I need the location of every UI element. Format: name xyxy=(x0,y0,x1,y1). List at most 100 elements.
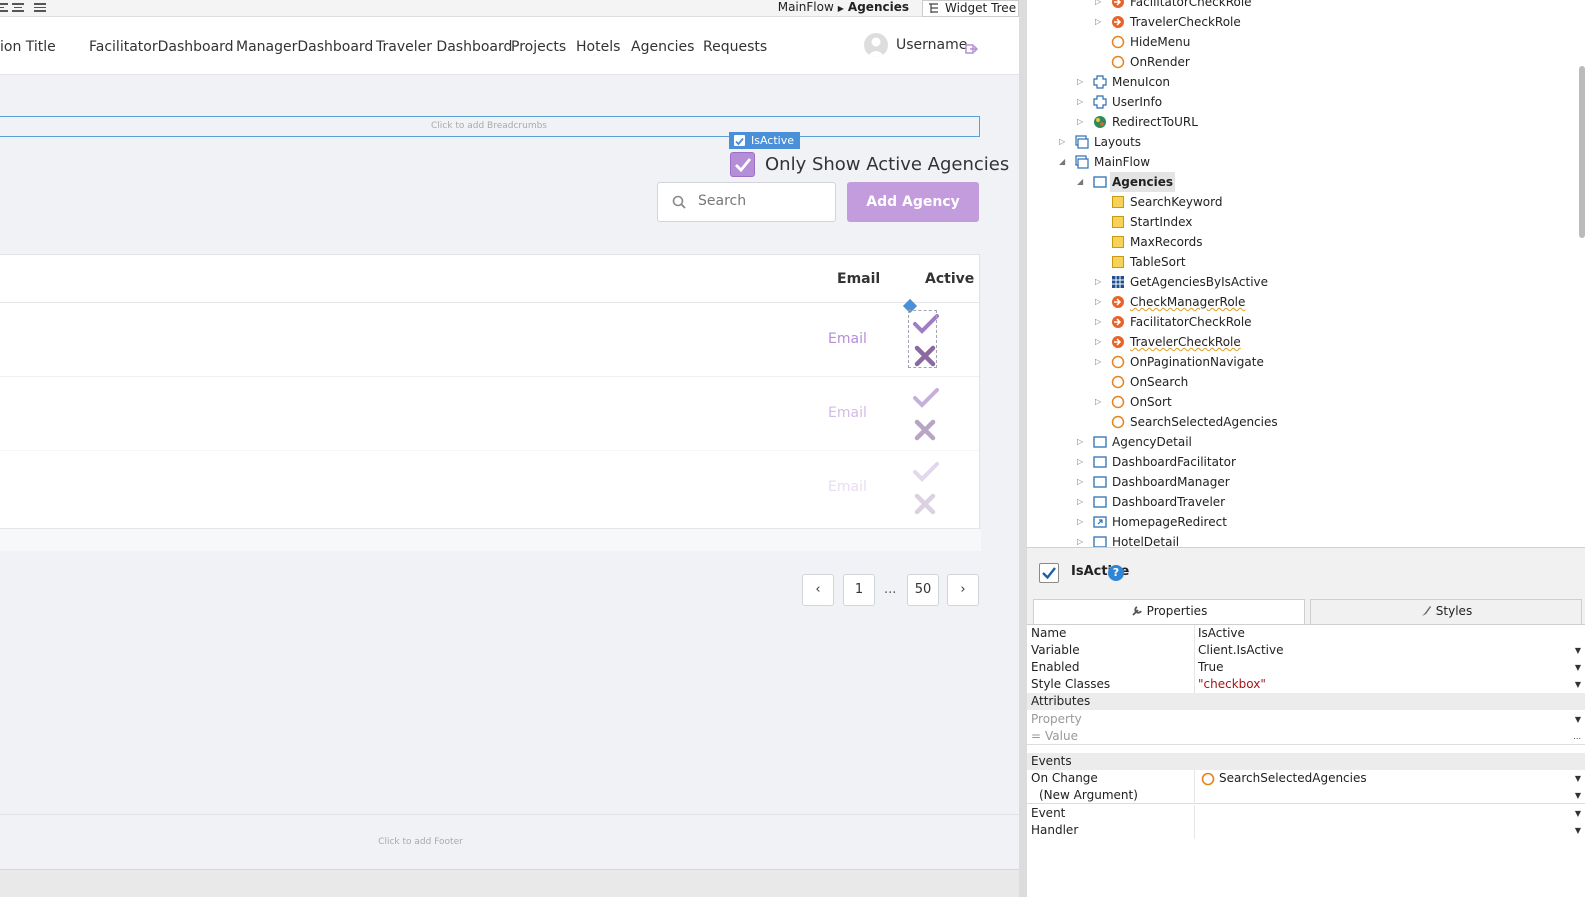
column-header-email[interactable]: Email xyxy=(837,271,880,287)
email-link[interactable]: Email xyxy=(828,479,867,495)
dropdown-arrow-icon[interactable]: ▼ xyxy=(1575,711,1581,728)
expand-arrow-icon[interactable]: ▷ xyxy=(1059,132,1065,152)
tab-properties[interactable]: Properties xyxy=(1033,599,1305,624)
footer-placeholder[interactable]: Click to add Footer xyxy=(0,814,1019,869)
expand-arrow-icon[interactable]: ▷ xyxy=(1095,392,1101,412)
expand-arrow-icon[interactable]: ▷ xyxy=(1077,472,1083,492)
nav-requests[interactable]: Requests xyxy=(703,39,767,55)
expand-arrow-icon[interactable]: ▷ xyxy=(1077,452,1083,472)
event-icon xyxy=(1111,35,1125,49)
breadcrumbs-placeholder[interactable]: Click to add Breadcrumbs xyxy=(0,116,980,137)
align-justify-icon[interactable] xyxy=(34,3,46,13)
tree-node-label: FacilitatorCheckRole xyxy=(1130,315,1252,329)
nav-projects[interactable]: Projects xyxy=(511,39,566,55)
search-box[interactable] xyxy=(657,182,836,222)
help-icon[interactable]: ? xyxy=(1108,565,1124,581)
prop-row-variable[interactable]: Variable Client.IsActive ▼ xyxy=(1027,642,1585,659)
screen-canvas[interactable]: MainFlow ▶ Agencies Widget Tree ion Title … xyxy=(0,0,1019,897)
table-row[interactable]: Email xyxy=(0,376,981,451)
collapse-arrow-icon[interactable]: ◢ xyxy=(1059,152,1065,172)
email-link[interactable]: Email xyxy=(828,331,867,347)
crumb-flow[interactable]: MainFlow xyxy=(778,0,834,14)
nav-hotels[interactable]: Hotels xyxy=(576,39,620,55)
prop-row-on-change[interactable]: On Change SearchSelectedAgencies ▼ xyxy=(1027,770,1585,787)
prop-value[interactable]: "checkbox" xyxy=(1198,676,1266,693)
expand-arrow-icon[interactable]: ▷ xyxy=(1077,92,1083,112)
only-active-label[interactable]: Only Show Active Agencies xyxy=(765,154,1009,175)
attribute-value-input[interactable]: = Value ... xyxy=(1027,728,1585,745)
prop-value[interactable]: IsActive xyxy=(1198,625,1245,642)
prop-row-name[interactable]: Name IsActive xyxy=(1027,625,1585,642)
nav-manager-dashboard[interactable]: ManagerDashboard xyxy=(236,39,373,55)
tree-node-label: OnSearch xyxy=(1130,375,1189,389)
check-icon xyxy=(913,388,939,408)
expand-arrow-icon[interactable]: ▷ xyxy=(1077,72,1083,92)
prop-row-style-classes[interactable]: Style Classes "checkbox" ▼ xyxy=(1027,676,1585,693)
expand-arrow-icon[interactable]: ▷ xyxy=(1077,432,1083,452)
tree-scrollbar[interactable] xyxy=(1579,66,1585,238)
prop-key: Enabled xyxy=(1031,660,1080,674)
align-left-icon[interactable] xyxy=(0,3,8,13)
search-icon xyxy=(672,195,686,209)
expand-arrow-icon[interactable]: ▷ xyxy=(1095,0,1101,12)
pagination-page-last[interactable]: 50 xyxy=(907,574,939,606)
globe-icon xyxy=(1093,115,1107,129)
table-row[interactable]: Email xyxy=(0,450,981,525)
dropdown-arrow-icon[interactable]: ▼ xyxy=(1575,642,1581,659)
collapse-arrow-icon[interactable]: ◢ xyxy=(1077,172,1083,192)
dropdown-arrow-icon[interactable]: ▼ xyxy=(1575,676,1581,693)
crumb-screen[interactable]: Agencies xyxy=(848,0,909,14)
pagination-next-button[interactable]: › xyxy=(947,574,979,606)
expand-arrow-icon[interactable]: ▷ xyxy=(1095,12,1101,32)
nav-traveler-dashboard[interactable]: Traveler Dashboard xyxy=(376,39,512,55)
widget-tree-button[interactable]: Widget Tree xyxy=(922,0,1019,17)
prop-row-event[interactable]: Event ▼ xyxy=(1027,805,1585,822)
only-active-checkbox[interactable] xyxy=(730,152,755,177)
align-center-icon[interactable] xyxy=(12,3,24,13)
prop-row-new-argument[interactable]: (New Argument) ▼ xyxy=(1027,787,1585,804)
email-link[interactable]: Email xyxy=(828,405,867,421)
column-header-active[interactable]: Active xyxy=(925,271,974,287)
tab-styles[interactable]: Styles xyxy=(1310,599,1582,624)
avatar[interactable] xyxy=(864,33,888,57)
username[interactable]: Username xyxy=(896,37,967,53)
expand-arrow-icon[interactable]: ▷ xyxy=(1077,492,1083,512)
horizontal-scrollbar[interactable] xyxy=(0,869,1019,897)
prop-row-handler[interactable]: Handler ▼ xyxy=(1027,822,1585,839)
nav-agencies[interactable]: Agencies xyxy=(631,39,694,55)
expand-arrow-icon[interactable]: ▷ xyxy=(1095,312,1101,332)
expand-arrow-icon[interactable]: ▷ xyxy=(1095,292,1101,312)
prop-value[interactable]: Client.IsActive xyxy=(1198,642,1283,659)
variable-icon xyxy=(1111,195,1125,209)
expand-arrow-icon[interactable]: ▷ xyxy=(1095,332,1101,352)
selected-widget-tag[interactable]: IsActive xyxy=(729,132,801,149)
prop-value[interactable]: SearchSelectedAgencies xyxy=(1219,770,1367,787)
expand-arrow-icon[interactable]: ▷ xyxy=(1077,112,1083,132)
expand-arrow-icon[interactable]: ▷ xyxy=(1077,512,1083,532)
prop-value[interactable]: True xyxy=(1198,659,1224,676)
more-button[interactable]: ... xyxy=(1573,728,1581,745)
nav-facilitator-dashboard[interactable]: FacilitatorDashboard xyxy=(89,39,234,55)
dropdown-arrow-icon[interactable]: ▼ xyxy=(1575,770,1581,787)
dropdown-arrow-icon[interactable]: ▼ xyxy=(1575,822,1581,839)
expand-arrow-icon[interactable]: ▷ xyxy=(1095,352,1101,372)
prop-row-enabled[interactable]: Enabled True ▼ xyxy=(1027,659,1585,676)
dropdown-arrow-icon[interactable]: ▼ xyxy=(1575,659,1581,676)
panel-splitter[interactable] xyxy=(1019,0,1027,897)
logout-icon[interactable] xyxy=(965,43,978,55)
search-input[interactable] xyxy=(698,193,828,209)
expand-arrow-icon[interactable]: ▷ xyxy=(1077,532,1083,547)
dropdown-arrow-icon[interactable]: ▼ xyxy=(1575,787,1581,804)
cross-icon xyxy=(914,419,936,441)
dropdown-arrow-icon[interactable]: ▼ xyxy=(1575,805,1581,822)
table-row[interactable]: Email xyxy=(0,302,981,377)
add-agency-button[interactable]: Add Agency xyxy=(847,182,979,222)
attribute-property-input[interactable]: Property ▼ xyxy=(1027,711,1585,728)
expand-arrow-icon[interactable]: ▷ xyxy=(1095,272,1101,292)
aggregate-icon xyxy=(1111,275,1125,289)
selected-widget-name: IsActive xyxy=(751,134,795,147)
pagination-page-first[interactable]: 1 xyxy=(843,574,875,606)
brush-icon xyxy=(1421,606,1431,616)
tree-node-label: CheckManagerRole xyxy=(1130,295,1246,309)
pagination-prev-button[interactable]: ‹ xyxy=(802,574,834,606)
